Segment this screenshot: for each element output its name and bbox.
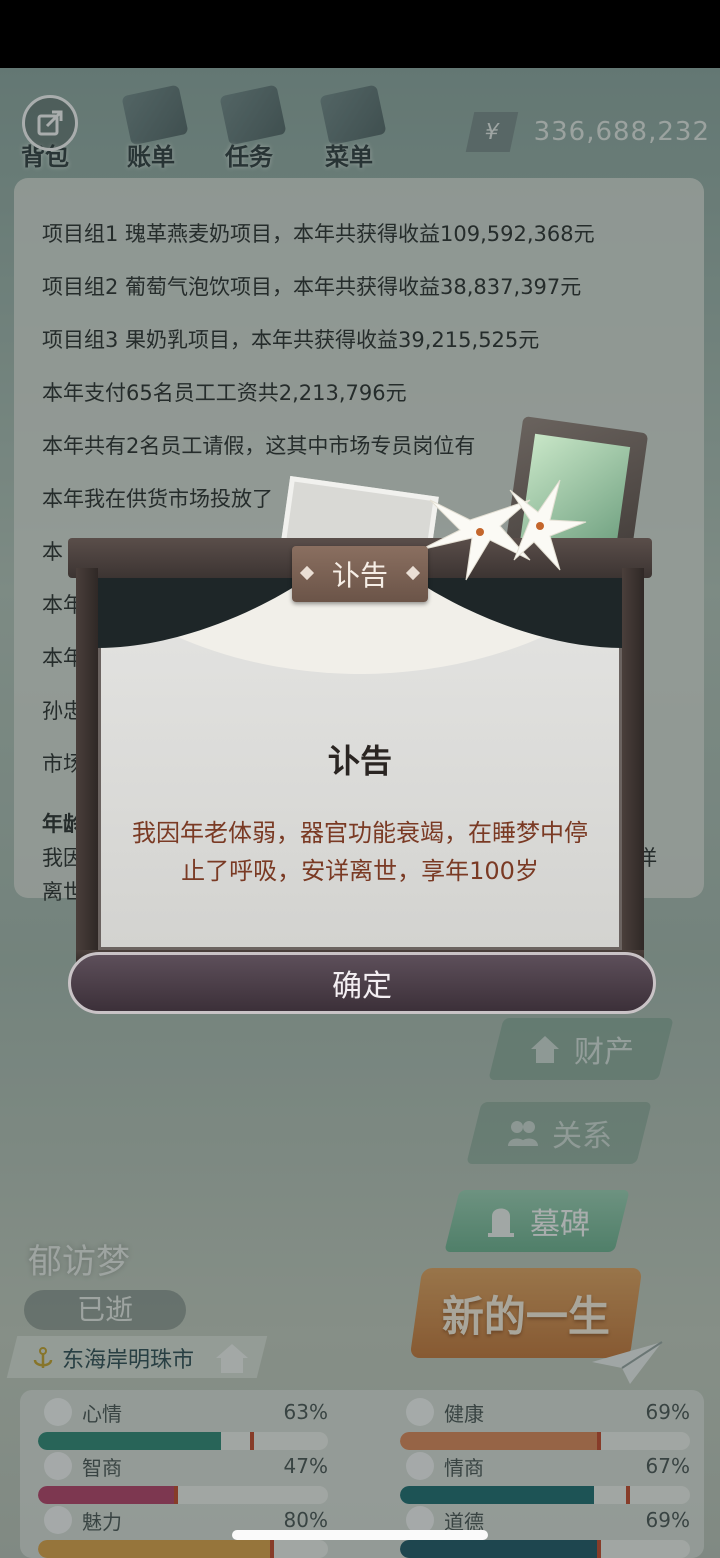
plate-ornament xyxy=(405,565,421,581)
confirm-button[interactable]: 确定 xyxy=(68,952,656,1014)
lily-flowers-icon xyxy=(419,479,587,581)
plate-ornament xyxy=(299,565,315,581)
frame-post-right xyxy=(622,568,644,964)
obituary-heading: 讣告 xyxy=(327,742,392,780)
frame-post-left xyxy=(76,568,98,964)
game-screen: 背包 账单 任务 菜单 ¥ 336,688,232 项目组1 瑰革燕麦奶项目，本… xyxy=(0,68,720,1558)
confirm-label: 确定 xyxy=(332,969,392,1004)
obituary-dialog: 讣告 讣告 我因年老体弱，器官功能衰竭，在睡梦中停止了呼吸，安详离世，享年100… xyxy=(68,415,658,1014)
obituary-text: 我因年老体弱，器官功能衰竭，在睡梦中停止了呼吸，安详离世，享年100岁 xyxy=(132,819,588,885)
home-indicator[interactable] xyxy=(232,1530,488,1540)
plate-title: 讣告 xyxy=(331,559,388,592)
status-bar xyxy=(0,0,720,68)
title-plate: 讣告 xyxy=(292,546,428,602)
